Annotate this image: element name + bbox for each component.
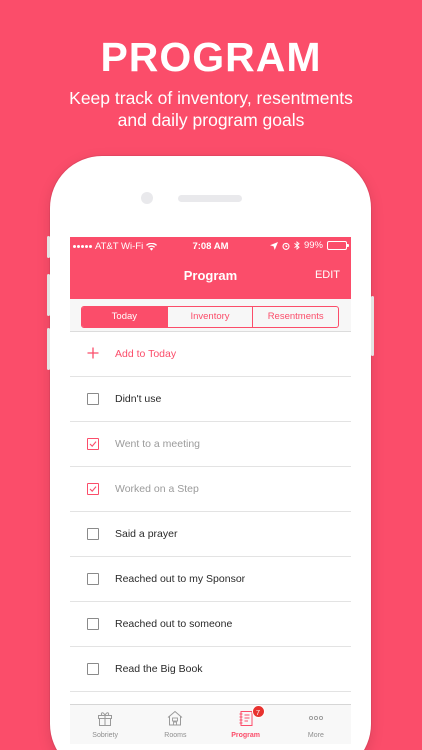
checkbox-unchecked[interactable] xyxy=(87,528,99,540)
tab-more[interactable]: More xyxy=(281,705,351,744)
nav-bar: Program EDIT xyxy=(70,255,351,299)
tab-program[interactable]: 7 Program xyxy=(211,705,281,744)
tab-label: Sobriety xyxy=(92,732,118,739)
earpiece-speaker xyxy=(178,195,242,202)
more-dots-icon xyxy=(308,715,323,721)
list-item-label: Said a prayer xyxy=(115,528,178,540)
side-button-mute xyxy=(47,236,50,258)
checkbox-unchecked[interactable] xyxy=(87,663,99,675)
checkmark-icon xyxy=(89,486,97,493)
list-item-label: Didn't use xyxy=(115,393,162,405)
edit-button[interactable]: EDIT xyxy=(315,269,340,281)
tab-bar: Sobriety Rooms 7 Program More xyxy=(70,704,351,744)
goal-list: Add to Today Didn't use Went to a meetin… xyxy=(70,332,351,692)
list-item[interactable]: Didn't use xyxy=(70,377,351,422)
list-item-label: Worked on a Step xyxy=(115,483,199,495)
list-item[interactable]: Reached out to my Sponsor xyxy=(70,557,351,602)
checkbox-unchecked[interactable] xyxy=(87,573,99,585)
list-item[interactable]: Worked on a Step xyxy=(70,467,351,512)
bluetooth-icon xyxy=(294,241,300,250)
side-button-power xyxy=(371,296,374,356)
gift-icon xyxy=(98,712,113,726)
home-indicator-area xyxy=(70,744,351,750)
list-item[interactable]: Said a prayer xyxy=(70,512,351,557)
segmented-control: Today Inventory Resentments xyxy=(81,306,339,328)
promo-subline: Keep track of inventory, resentments and… xyxy=(0,87,422,131)
phone-frame: AT&T Wi-Fi 7:08 AM 99% Program EDIT Toda… xyxy=(47,156,374,750)
plus-icon xyxy=(87,347,99,359)
tab-label: Rooms xyxy=(164,732,187,739)
segment-bar: Today Inventory Resentments xyxy=(70,299,351,332)
front-camera xyxy=(141,192,153,204)
side-button-volume-up xyxy=(47,274,50,316)
promo-subline-line-2: and daily program goals xyxy=(117,110,305,130)
checkbox-unchecked[interactable] xyxy=(87,618,99,630)
battery-icon xyxy=(327,241,349,250)
location-arrow-icon xyxy=(269,241,278,250)
status-right: 99% xyxy=(269,240,349,251)
segment-resentments[interactable]: Resentments xyxy=(252,307,338,327)
list-item[interactable]: Went to a meeting xyxy=(70,422,351,467)
list-item-label: Reached out to someone xyxy=(115,618,233,630)
list-item-label: Went to a meeting xyxy=(115,438,201,450)
tab-rooms[interactable]: Rooms xyxy=(140,705,210,744)
list-item[interactable]: Reached out to someone xyxy=(70,602,351,647)
app-screen: AT&T Wi-Fi 7:08 AM 99% Program EDIT Toda… xyxy=(70,237,351,750)
tab-label: Program xyxy=(231,732,261,739)
battery-percent: 99% xyxy=(303,240,323,251)
status-bar: AT&T Wi-Fi 7:08 AM 99% xyxy=(70,237,351,255)
promo-subline-line-1: Keep track of inventory, resentments xyxy=(69,88,353,108)
list-item[interactable]: Read the Big Book xyxy=(70,647,351,692)
segment-inventory[interactable]: Inventory xyxy=(166,307,253,327)
checkbox-checked[interactable] xyxy=(87,438,99,450)
house-icon xyxy=(168,710,183,726)
list-item-label: Read the Big Book xyxy=(115,663,203,675)
add-to-today-row[interactable]: Add to Today xyxy=(70,332,351,377)
promo-headline: PROGRAM xyxy=(100,34,322,80)
list-item-label: Reached out to my Sponsor xyxy=(115,573,246,585)
checkmark-icon xyxy=(89,441,97,448)
tab-sobriety[interactable]: Sobriety xyxy=(70,705,140,744)
segment-today[interactable]: Today xyxy=(82,307,167,327)
tab-label: More xyxy=(307,732,324,739)
nav-title: Program xyxy=(183,268,238,283)
checkbox-unchecked[interactable] xyxy=(87,393,99,405)
checkbox-checked[interactable] xyxy=(87,483,99,495)
program-badge: 7 xyxy=(251,705,265,718)
alarm-icon xyxy=(282,242,290,250)
side-button-volume-down xyxy=(47,328,50,370)
add-to-today-label: Add to Today xyxy=(115,348,177,360)
